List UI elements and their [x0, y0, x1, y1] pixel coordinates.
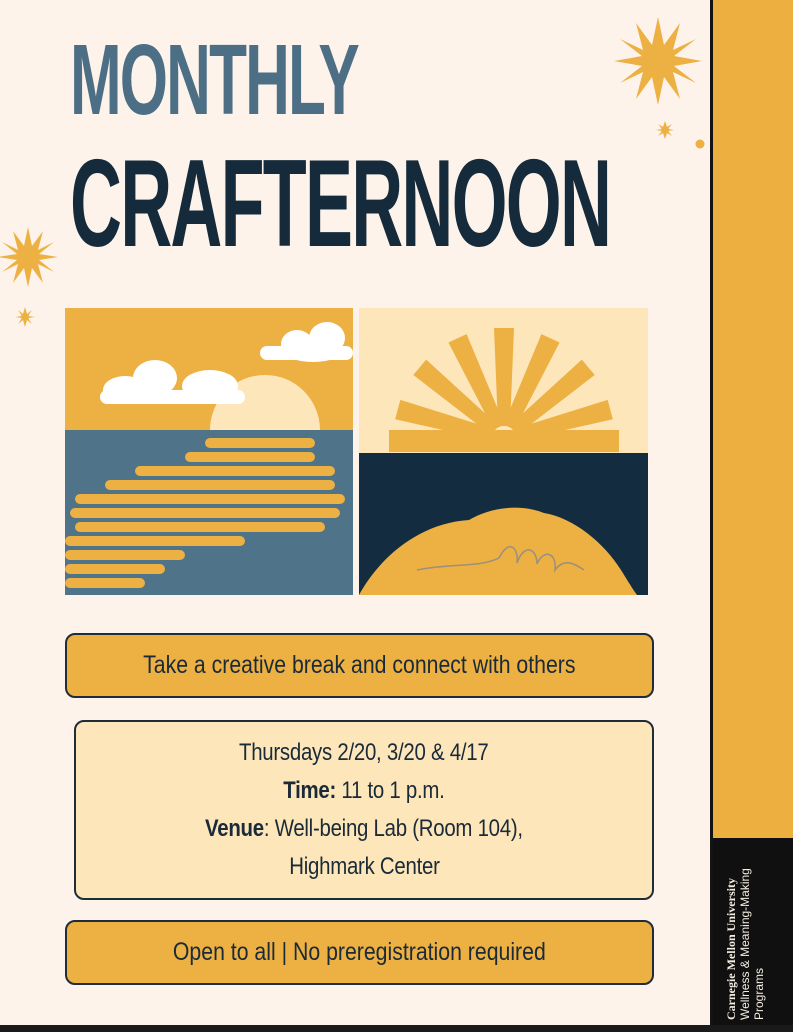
sun-burst-tiny-icon [15, 307, 35, 327]
footer-note-text: Open to all | No preregistration require… [173, 938, 546, 966]
ocean-sunset-illustration [65, 308, 353, 595]
event-venue: Venue: Well-being Lab (Room 104), [177, 810, 551, 848]
event-venue-line2: Highmark Center [276, 848, 453, 886]
venue-value: : Well-being Lab (Room 104), [263, 815, 523, 842]
sun-burst-small-icon [656, 121, 674, 139]
title-line-crafternoon: CRAFTERNOON [70, 135, 612, 273]
time-value: 11 to 1 p.m. [336, 777, 445, 804]
tagline-text: Take a creative break and connect with o… [143, 651, 576, 679]
footer-note-banner: Open to all | No preregistration require… [65, 920, 654, 985]
sun-burst-left-icon [0, 227, 58, 287]
department-line2: Programs [751, 967, 766, 1020]
sunrise-illustration [359, 308, 648, 595]
dot-icon [695, 139, 705, 149]
venue-label: Venue [205, 815, 264, 842]
sun-burst-icon [614, 17, 702, 105]
bottom-border [0, 1025, 793, 1032]
university-branding: Carnegie Mellon University Wellness & Me… [724, 840, 766, 1020]
tagline-banner: Take a creative break and connect with o… [65, 633, 654, 698]
venue-line2-text: Highmark Center [288, 853, 440, 880]
department-line1: Wellness & Meaning-Making [737, 868, 752, 1020]
flyer-page: MONTHLY CRAFTERNOON Take a creative brea… [0, 0, 793, 1032]
event-details-box: Thursdays 2/20, 3/20 & 4/17 Time: 11 to … [74, 720, 654, 900]
university-name: Carnegie Mellon University [724, 878, 738, 1020]
event-time: Time: 11 to 1 p.m. [269, 772, 459, 810]
time-label: Time: [283, 777, 337, 804]
event-dates-text: Thursdays 2/20, 3/20 & 4/17 [239, 739, 489, 766]
title-line-monthly: MONTHLY [70, 24, 360, 136]
event-dates: Thursdays 2/20, 3/20 & 4/17 [217, 734, 510, 772]
